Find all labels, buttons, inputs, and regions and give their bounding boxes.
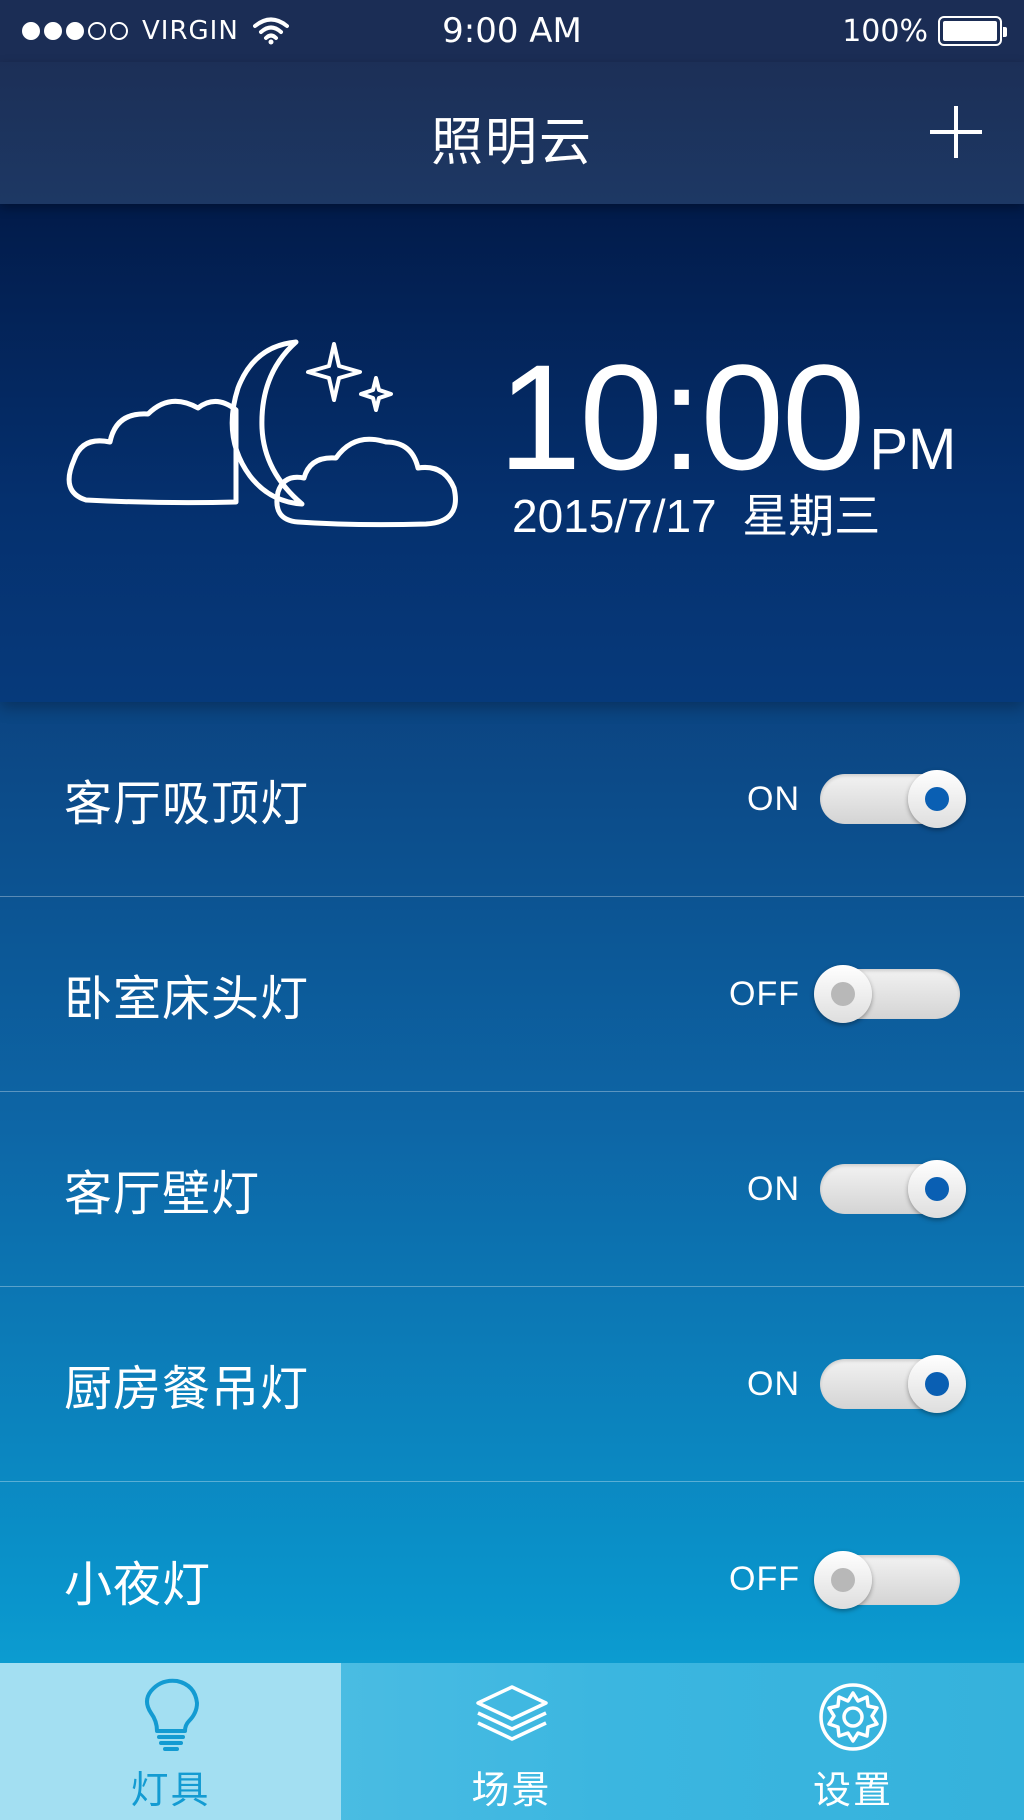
page-title: 照明云 <box>430 113 593 173</box>
tab-bar: 灯具 场景 设置 <box>0 1663 1024 1820</box>
signal-dot <box>88 22 106 40</box>
tab-settings[interactable]: 设置 <box>682 1663 1024 1820</box>
device-row: 卧室床头灯 OFF <box>0 897 1024 1092</box>
plus-icon[interactable] <box>926 102 986 162</box>
carrier-name: VIRGIN <box>142 16 239 46</box>
bulb-icon <box>144 1678 199 1751</box>
signal-dot <box>44 22 62 40</box>
cloud-moon-stars-icon <box>66 339 458 528</box>
battery-fill <box>943 21 997 41</box>
gear-icon <box>819 1683 887 1751</box>
status-right: 100% <box>842 13 1007 49</box>
toggle-knob <box>814 965 872 1023</box>
battery-percent: 100% <box>842 13 928 49</box>
device-state-label: ON <box>747 779 800 818</box>
device-state-label: ON <box>747 1364 800 1403</box>
battery-icon <box>938 16 1007 46</box>
app-screen: VIRGIN 9:00 AM 100% 照明云 10:00 PM 2015/7/… <box>0 0 1024 1820</box>
layers-icon <box>475 1685 548 1741</box>
wifi-icon <box>252 17 289 45</box>
status-bar: VIRGIN 9:00 AM 100% <box>0 0 1024 62</box>
device-name: 小夜灯 <box>64 1556 212 1613</box>
device-name: 厨房餐吊灯 <box>64 1361 310 1417</box>
toggle-knob <box>908 1160 966 1218</box>
clock-ampm: PM <box>869 417 957 482</box>
signal-dot <box>66 22 84 40</box>
clock-date: 2015/7/17 星期三 <box>512 490 881 542</box>
device-state-label: OFF <box>729 1560 800 1598</box>
device-name: 卧室床头灯 <box>64 971 310 1027</box>
device-state-label: ON <box>747 1169 800 1208</box>
power-toggle[interactable] <box>820 1160 966 1218</box>
power-toggle[interactable] <box>814 1550 960 1609</box>
toggle-knob <box>908 1355 966 1413</box>
navigation-bar: 照明云 <box>0 62 1024 204</box>
signal-strength-icon <box>22 22 128 40</box>
tab-label: 灯具 <box>130 1768 211 1812</box>
clock-time: 10:00 <box>498 333 865 501</box>
device-row: 客厅壁灯 ON <box>0 1092 1024 1287</box>
clock-display: 10:00 PM <box>498 342 956 492</box>
status-left: VIRGIN <box>22 16 289 46</box>
toggle-knob <box>814 1550 872 1609</box>
toggle-knob <box>908 770 966 828</box>
tab-fixtures[interactable]: 灯具 <box>0 1663 341 1820</box>
device-row: 客厅吸顶灯 ON <box>0 702 1024 897</box>
tab-scenes[interactable]: 场景 <box>341 1663 682 1820</box>
device-list: 客厅吸顶灯 ON 卧室床头灯 OFF 客厅壁灯 ON 厨房餐吊灯 ON 小夜灯 … <box>0 702 1024 1677</box>
power-toggle[interactable] <box>814 965 960 1023</box>
power-toggle[interactable] <box>820 1355 966 1413</box>
tab-label: 设置 <box>812 1768 893 1812</box>
device-row: 小夜灯 OFF <box>0 1482 1024 1677</box>
device-state-label: OFF <box>729 974 800 1013</box>
tab-label: 场景 <box>471 1768 552 1812</box>
device-name: 客厅吸顶灯 <box>64 776 310 832</box>
clock-weather-panel: 10:00 PM 2015/7/17 星期三 <box>0 204 1024 702</box>
device-name: 客厅壁灯 <box>64 1166 261 1222</box>
power-toggle[interactable] <box>820 770 966 828</box>
signal-dot <box>22 22 40 40</box>
signal-dot <box>110 22 128 40</box>
device-row: 厨房餐吊灯 ON <box>0 1287 1024 1482</box>
